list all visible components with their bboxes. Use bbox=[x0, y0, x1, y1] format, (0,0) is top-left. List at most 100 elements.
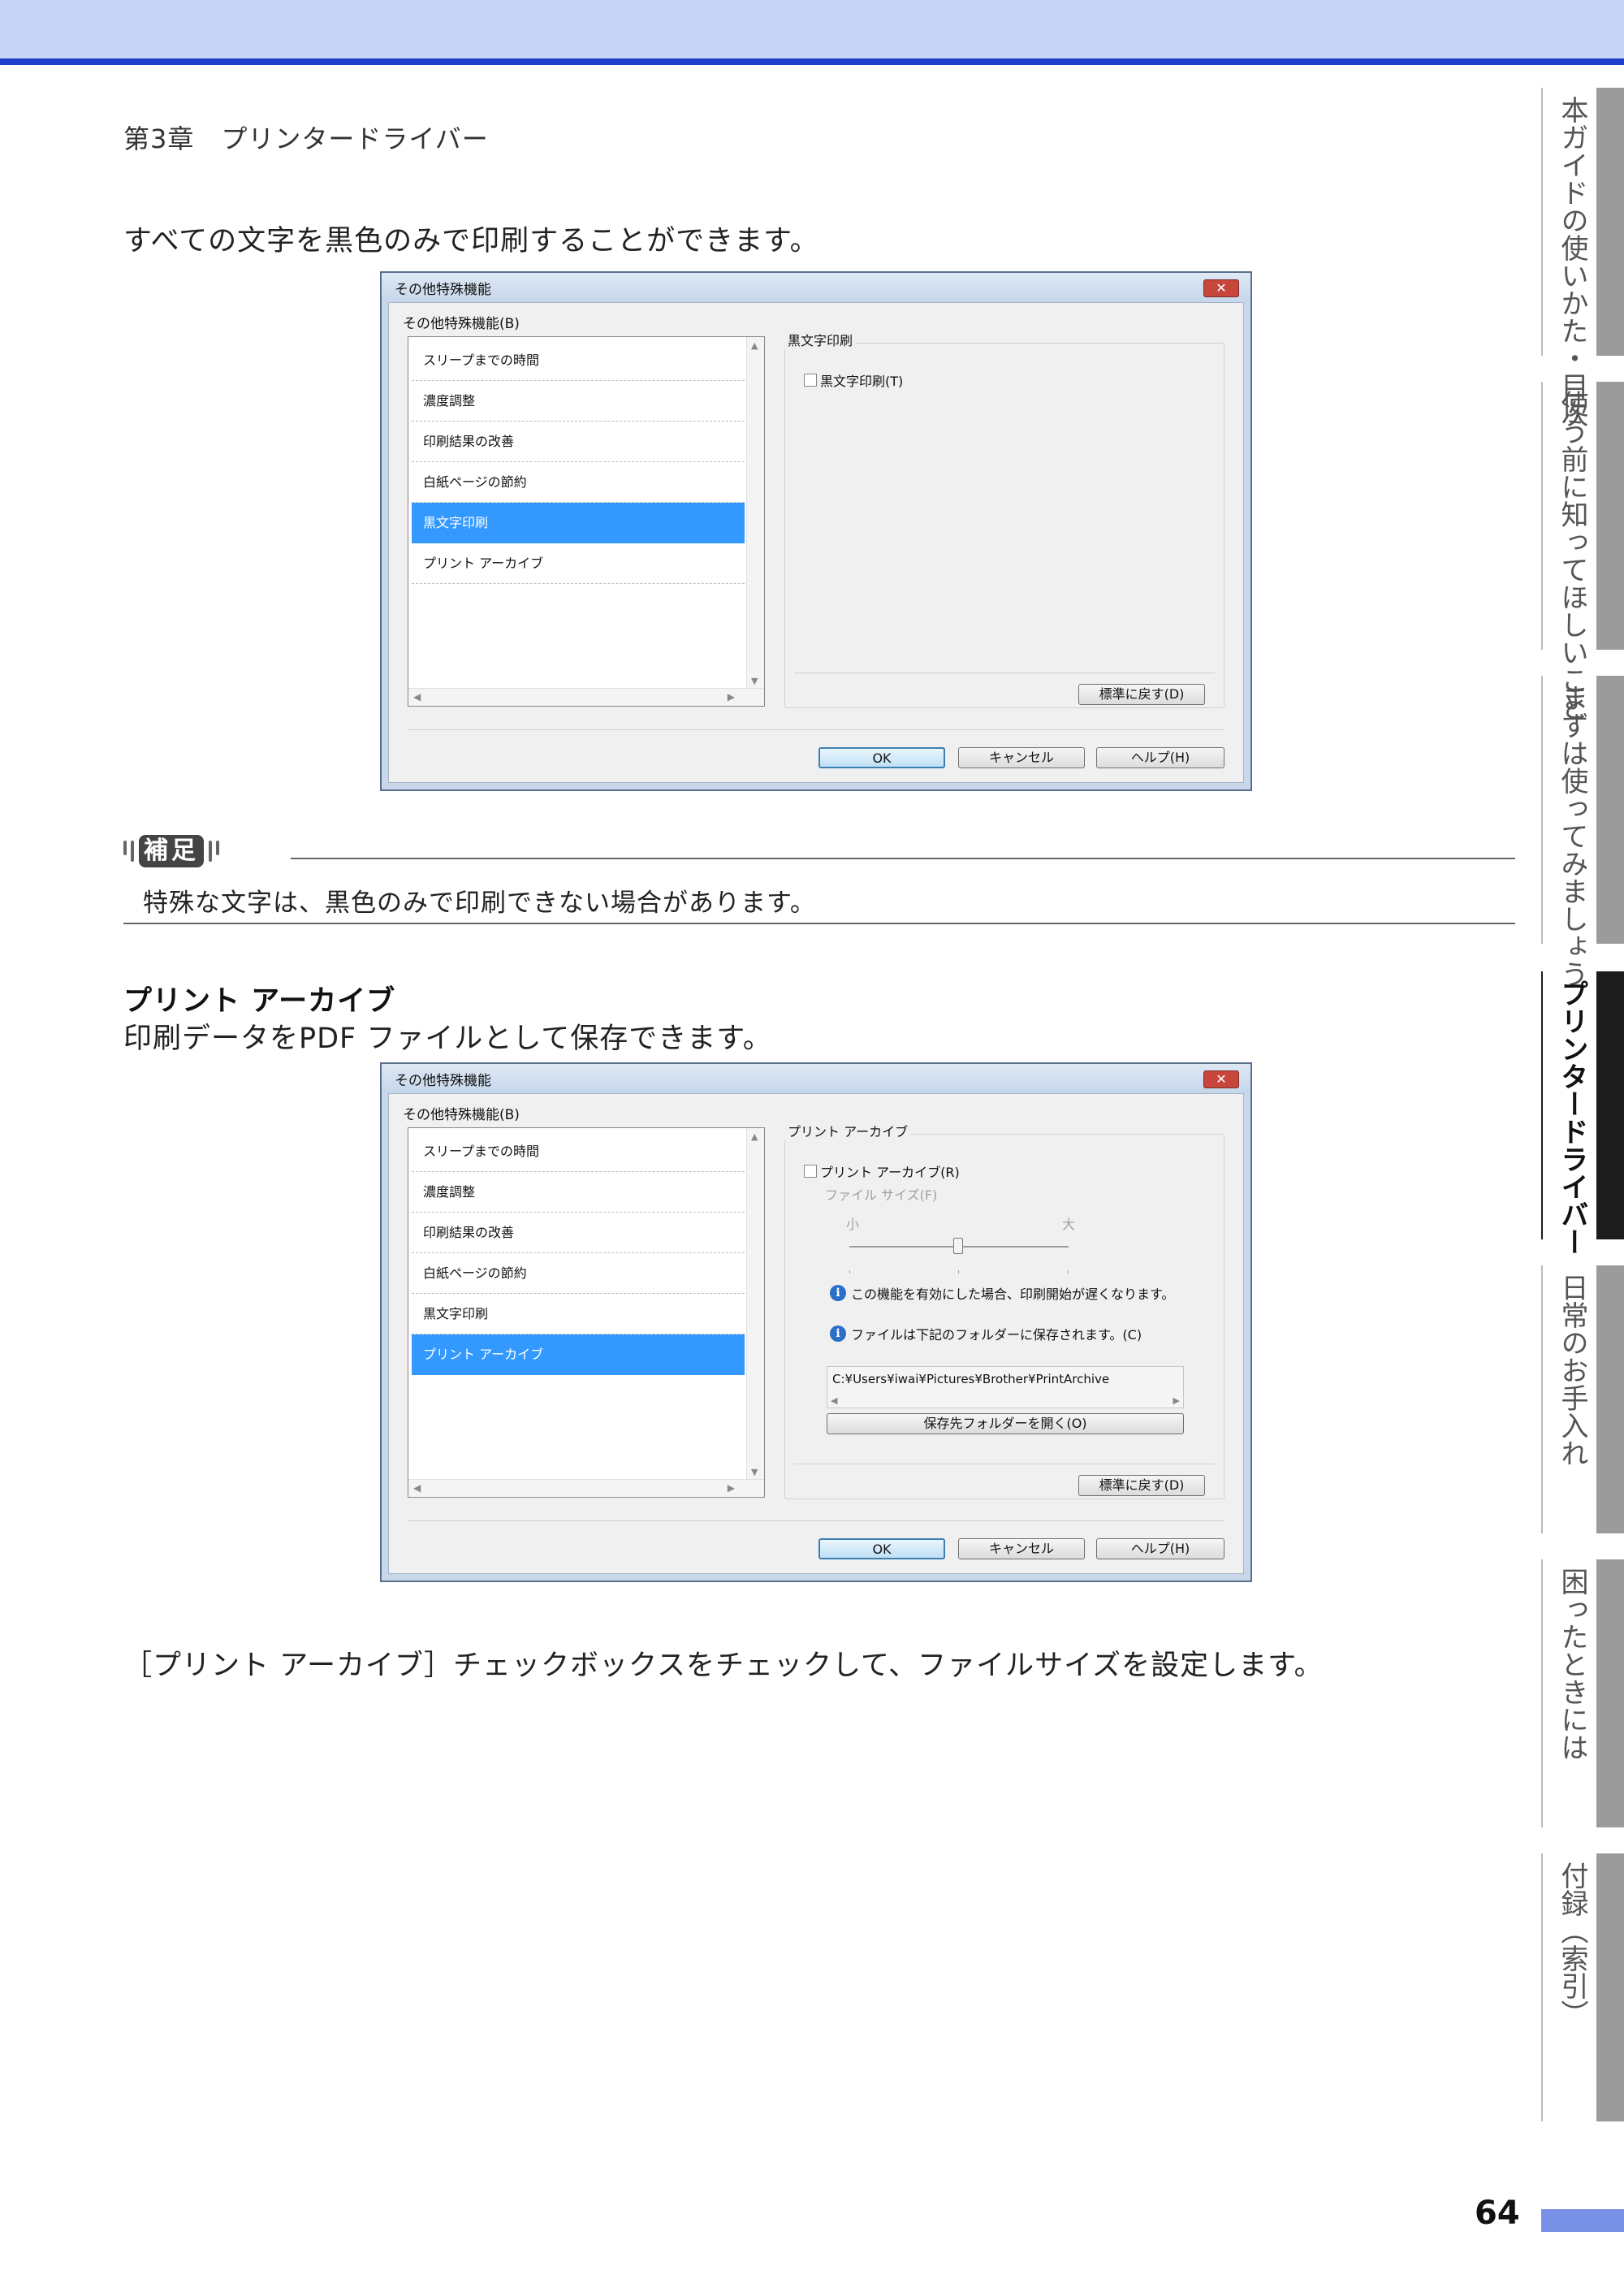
closing-text: ［プリント アーカイブ］チェックボックスをチェックして、ファイルサイズを設定しま… bbox=[123, 1650, 1324, 1682]
scroll-left-icon[interactable]: ◀ bbox=[413, 1482, 421, 1494]
note-header: 補足 bbox=[123, 833, 1515, 869]
file-size-label: ファイル サイズ(F) bbox=[825, 1187, 938, 1203]
black-text-checkbox-label: 黒文字印刷(T) bbox=[820, 374, 904, 389]
side-tab-label: 本ガイドの使いかた・目次 bbox=[1556, 96, 1588, 427]
dialog-title-bar: その他特殊機能 ✕ bbox=[382, 273, 1250, 302]
info-text-slow: この機能を有効にした場合、印刷開始が遅くなります。 bbox=[851, 1287, 1175, 1302]
cancel-button[interactable]: キャンセル bbox=[958, 747, 1085, 768]
list-item-blank-page[interactable]: 白紙ページの節約 bbox=[412, 1253, 745, 1294]
slider-min-label: 小 bbox=[846, 1217, 860, 1232]
separator bbox=[408, 729, 1224, 730]
close-button[interactable]: ✕ bbox=[1203, 279, 1239, 297]
features-group-label: その他特殊機能(B) bbox=[403, 1107, 520, 1123]
list-item-black-text[interactable]: 黒文字印刷 bbox=[412, 503, 745, 543]
black-text-group-label: 黒文字印刷 bbox=[784, 330, 857, 349]
archive-path-text: C:¥Users¥iwai¥Pictures¥Brother¥PrintArch… bbox=[832, 1372, 1110, 1386]
dialog-title: その他特殊機能 bbox=[395, 282, 491, 298]
vertical-scrollbar[interactable]: ▲ ▼ bbox=[746, 1128, 764, 1481]
list-item-black-text[interactable]: 黒文字印刷 bbox=[412, 1294, 745, 1334]
page-number: 64 bbox=[1475, 2195, 1520, 2232]
note-text: 特殊な文字は、黒色のみで印刷できない場合があります。 bbox=[143, 889, 816, 918]
reset-default-button[interactable]: 標準に戻す(D) bbox=[1078, 684, 1205, 705]
side-tab-appendix[interactable]: 付録（索引） bbox=[1541, 1853, 1624, 2121]
separator bbox=[408, 1520, 1224, 1521]
print-archive-checkbox[interactable] bbox=[804, 1165, 817, 1178]
cancel-button[interactable]: キャンセル bbox=[958, 1538, 1085, 1559]
header-band bbox=[0, 0, 1624, 58]
list-item-density[interactable]: 濃度調整 bbox=[412, 381, 745, 422]
list-item-density[interactable]: 濃度調整 bbox=[412, 1172, 745, 1213]
side-tab-before-use[interactable]: 使う前に知ってほしいこと bbox=[1541, 382, 1624, 721]
list-item-sleep[interactable]: スリープまでの時間 bbox=[412, 340, 745, 381]
print-archive-group-label: プリント アーカイブ bbox=[784, 1121, 912, 1140]
ok-button[interactable]: OK bbox=[818, 1538, 945, 1559]
info-row-slow: i この機能を有効にした場合、印刷開始が遅くなります。 bbox=[830, 1283, 1174, 1303]
side-tab-guide[interactable]: 本ガイドの使いかた・目次 bbox=[1541, 88, 1624, 427]
list-item-blank-page[interactable]: 白紙ページの節約 bbox=[412, 462, 745, 503]
scroll-right-icon[interactable]: ▶ bbox=[728, 1482, 735, 1494]
help-button[interactable]: ヘルプ(H) bbox=[1096, 747, 1224, 768]
dialog-title: その他特殊機能 bbox=[395, 1073, 491, 1089]
horizontal-scrollbar[interactable]: ◀ ▶ bbox=[408, 1479, 764, 1497]
side-tab-troubleshooting[interactable]: 困ったときには bbox=[1541, 1559, 1624, 1827]
print-archive-checkbox-row[interactable]: プリント アーカイブ(R) bbox=[804, 1161, 960, 1181]
list-item-print-improve[interactable]: 印刷結果の改善 bbox=[412, 422, 745, 462]
header-rule bbox=[0, 58, 1624, 65]
chapter-title: 第3章 プリンタードライバー bbox=[123, 123, 489, 154]
scroll-down-icon[interactable]: ▼ bbox=[751, 1467, 758, 1477]
list-item-print-improve[interactable]: 印刷結果の改善 bbox=[412, 1213, 745, 1253]
info-row-folder: i ファイルは下記のフォルダーに保存されます。(C) bbox=[830, 1324, 1142, 1343]
black-text-checkbox-row[interactable]: 黒文字印刷(T) bbox=[804, 370, 903, 390]
file-size-slider-thumb[interactable] bbox=[953, 1238, 963, 1254]
slider-tick bbox=[958, 1270, 959, 1274]
open-folder-button[interactable]: 保存先フォルダーを開く(O) bbox=[827, 1413, 1184, 1434]
note-label: 補足 bbox=[139, 835, 204, 867]
scroll-left-icon[interactable]: ◀ bbox=[831, 1395, 837, 1406]
horizontal-scrollbar[interactable]: ◀ ▶ bbox=[408, 688, 764, 706]
scroll-right-icon[interactable]: ▶ bbox=[1173, 1395, 1180, 1406]
section-subtext: 印刷データをPDF ファイルとして保存できます。 bbox=[123, 1023, 772, 1055]
scroll-right-icon[interactable]: ▶ bbox=[728, 691, 735, 703]
side-tab-label: 日常のお手入れ bbox=[1556, 1274, 1588, 1467]
help-button[interactable]: ヘルプ(H) bbox=[1096, 1538, 1224, 1559]
vertical-scrollbar[interactable]: ▲ ▼ bbox=[746, 337, 764, 690]
close-button[interactable]: ✕ bbox=[1203, 1070, 1239, 1088]
side-tab-maintenance[interactable]: 日常のお手入れ bbox=[1541, 1265, 1624, 1533]
black-text-group bbox=[784, 343, 1224, 708]
list-item-sleep[interactable]: スリープまでの時間 bbox=[412, 1131, 745, 1172]
note-bottom-rule bbox=[123, 923, 1515, 924]
note-ticks-left bbox=[123, 841, 134, 862]
side-tab-label: プリンタードライバー bbox=[1556, 980, 1588, 1256]
scroll-left-icon[interactable]: ◀ bbox=[413, 691, 421, 703]
note-ticks-right bbox=[209, 841, 219, 862]
side-tab-label: まずは使ってみましょう bbox=[1556, 684, 1588, 988]
list-item-print-archive[interactable]: プリント アーカイブ bbox=[412, 1334, 745, 1375]
features-group-label: その他特殊機能(B) bbox=[403, 316, 520, 332]
info-icon: i bbox=[830, 1325, 846, 1342]
dialog-print-archive: その他特殊機能 ✕ その他特殊機能(B) スリープまでの時間 濃度調整 印刷結果… bbox=[380, 1062, 1252, 1582]
info-icon: i bbox=[830, 1285, 846, 1301]
scroll-down-icon[interactable]: ▼ bbox=[751, 676, 758, 686]
reset-default-button[interactable]: 標準に戻す(D) bbox=[1078, 1475, 1205, 1496]
archive-path-field[interactable]: C:¥Users¥iwai¥Pictures¥Brother¥PrintArch… bbox=[827, 1366, 1184, 1408]
print-archive-checkbox-label: プリント アーカイブ(R) bbox=[820, 1165, 960, 1180]
separator bbox=[794, 672, 1215, 673]
note-rule bbox=[291, 858, 1515, 859]
info-text-folder: ファイルは下記のフォルダーに保存されます。(C) bbox=[851, 1327, 1142, 1343]
slider-tick bbox=[1068, 1270, 1069, 1274]
list-item-print-archive[interactable]: プリント アーカイブ bbox=[412, 543, 745, 584]
intro-text: すべての文字を黒色のみで印刷することができます。 bbox=[123, 225, 819, 257]
dialog-black-text: その他特殊機能 ✕ その他特殊機能(B) スリープまでの時間 濃度調整 印刷結果… bbox=[380, 271, 1252, 791]
ok-button[interactable]: OK bbox=[818, 747, 945, 768]
side-tab-label: 困ったときには bbox=[1556, 1568, 1588, 1761]
side-tab-printer-driver[interactable]: プリンタードライバー bbox=[1541, 971, 1624, 1256]
features-list[interactable]: スリープまでの時間 濃度調整 印刷結果の改善 白紙ページの節約 黒文字印刷 プリ… bbox=[408, 1127, 765, 1498]
side-tab-label: 付録（索引） bbox=[1556, 1862, 1588, 2027]
slider-tick bbox=[849, 1270, 850, 1274]
black-text-checkbox[interactable] bbox=[804, 374, 817, 387]
features-list[interactable]: スリープまでの時間 濃度調整 印刷結果の改善 白紙ページの節約 黒文字印刷 プリ… bbox=[408, 336, 765, 707]
section-heading: プリント アーカイブ bbox=[123, 985, 396, 1018]
side-tab-getting-started[interactable]: まずは使ってみましょう bbox=[1541, 676, 1624, 988]
scroll-up-icon[interactable]: ▲ bbox=[751, 340, 758, 351]
scroll-up-icon[interactable]: ▲ bbox=[751, 1131, 758, 1142]
